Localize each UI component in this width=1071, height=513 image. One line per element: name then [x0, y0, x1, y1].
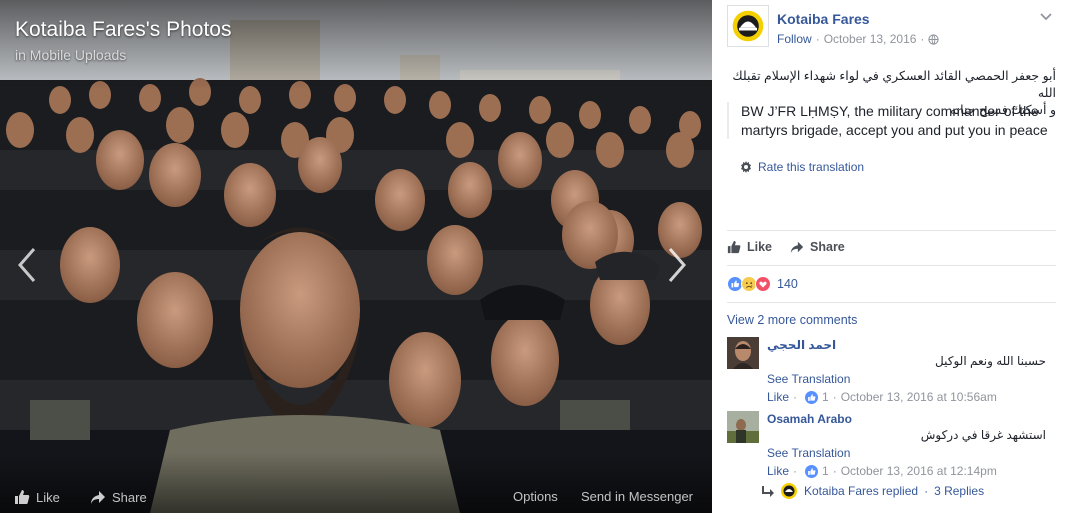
- follow-button[interactable]: Follow: [777, 32, 812, 46]
- photo-stage[interactable]: Kotaiba Fares's Photos in Mobile Uploads…: [0, 0, 712, 513]
- globe-icon[interactable]: [928, 33, 940, 45]
- previous-photo-button[interactable]: [12, 245, 42, 285]
- share-arrow-icon: [790, 241, 804, 254]
- gear-icon: [741, 161, 751, 173]
- comment-meta-dot: ·: [793, 464, 798, 478]
- view-replies-link[interactable]: Kotaiba Fares replied · 3 Replies: [762, 482, 984, 500]
- reactions-summary[interactable]: 140: [727, 276, 798, 292]
- comment: احمد الحجي حسبنا الله ونعم الوكيل See Tr…: [727, 337, 1056, 404]
- chevron-right-icon: [668, 248, 686, 282]
- post-meta: Follow · October 13, 2016 ·: [777, 32, 940, 46]
- photo-share-button[interactable]: Share: [90, 489, 147, 505]
- comment-meta: Like · 1 · October 13, 2016 at 10:56am: [767, 390, 997, 404]
- mini-like-icon: [805, 390, 819, 404]
- see-translation-link[interactable]: See Translation: [767, 446, 850, 460]
- replies-count: 3 Replies: [934, 484, 985, 498]
- comment-like-button[interactable]: Like: [767, 390, 789, 404]
- chevron-down-icon[interactable]: [1039, 10, 1053, 24]
- options-button[interactable]: Options: [513, 489, 558, 504]
- chevron-left-icon: [18, 248, 36, 282]
- comment-text: حسبنا الله ونعم الوكيل: [935, 354, 1046, 368]
- thumbs-up-icon: [727, 240, 741, 254]
- replies-dot: ·: [924, 484, 929, 498]
- photo-share-label: Share: [112, 489, 147, 505]
- thumbs-up-icon: [15, 490, 30, 504]
- mini-like-icon: [805, 464, 819, 478]
- rate-translation-link[interactable]: Rate this translation: [740, 160, 864, 174]
- replier-avatar: [780, 482, 798, 500]
- rate-translation-label: Rate this translation: [758, 160, 865, 174]
- share-button[interactable]: Share: [790, 240, 845, 254]
- like-button[interactable]: Like: [727, 240, 772, 254]
- see-translation-link[interactable]: See Translation: [767, 372, 850, 386]
- top-gradient: [0, 0, 712, 90]
- share-label: Share: [810, 240, 845, 254]
- divider: [727, 230, 1056, 231]
- comment-like-button[interactable]: Like: [767, 464, 789, 478]
- comment-meta-dot-2: ·: [832, 390, 837, 404]
- album-title[interactable]: Kotaiba Fares's Photos: [15, 18, 231, 42]
- post-side-panel: Kotaiba Fares Follow · October 13, 2016 …: [712, 0, 1071, 513]
- photo-like-label: Like: [36, 489, 60, 505]
- comment-meta: Like · 1 · October 13, 2016 at 12:14pm: [767, 464, 997, 478]
- comment-meta-dot-2: ·: [832, 464, 837, 478]
- caption-translation: BW J’FR LḤMṢY, the military commander of…: [727, 102, 1057, 139]
- post-date[interactable]: October 13, 2016: [824, 32, 917, 46]
- post-actions: Like Share: [727, 240, 845, 254]
- view-more-comments-link[interactable]: View 2 more comments: [727, 313, 857, 327]
- comment-time[interactable]: October 13, 2016 at 12:14pm: [841, 464, 997, 478]
- next-photo-button[interactable]: [662, 245, 692, 285]
- reaction-count: 140: [777, 277, 798, 291]
- love-reaction-icon: [755, 276, 771, 292]
- commenter-avatar[interactable]: [727, 337, 759, 369]
- caption-line-1: أبو جعفر الحمصي القائد العسكري في لواء ش…: [732, 69, 1056, 100]
- album-subtitle[interactable]: in Mobile Uploads: [15, 47, 126, 63]
- comment-like-count[interactable]: 1: [822, 390, 829, 404]
- comment-meta-dot: ·: [793, 390, 798, 404]
- commenter-avatar[interactable]: [727, 411, 759, 443]
- divider: [727, 265, 1056, 266]
- like-label: Like: [747, 240, 773, 254]
- photo-like-button[interactable]: Like: [14, 489, 60, 505]
- send-in-messenger-button[interactable]: Send in Messenger: [581, 489, 693, 504]
- comment: Osamah Arabo استشهد غرقا في دركوش See Tr…: [727, 411, 1056, 478]
- white-helmets-logo-icon: [732, 10, 764, 42]
- comment-like-count[interactable]: 1: [822, 464, 829, 478]
- reply-arrow-icon: [762, 486, 774, 497]
- meta-separator-2: ·: [920, 32, 925, 46]
- comment-time[interactable]: October 13, 2016 at 10:56am: [841, 390, 997, 404]
- photo-action-bar: Like Share Options Send in Messenger: [0, 483, 712, 513]
- poster-name-link[interactable]: Kotaiba Fares: [777, 11, 870, 27]
- comment-text: استشهد غرقا في دركوش: [920, 428, 1046, 442]
- poster-avatar[interactable]: [727, 5, 769, 47]
- meta-separator: ·: [815, 32, 820, 46]
- share-arrow-icon: [91, 491, 105, 504]
- commenter-name[interactable]: احمد الحجي: [767, 338, 836, 352]
- replies-label: Kotaiba Fares replied: [804, 484, 919, 498]
- commenter-name[interactable]: Osamah Arabo: [767, 412, 852, 426]
- divider: [727, 302, 1056, 303]
